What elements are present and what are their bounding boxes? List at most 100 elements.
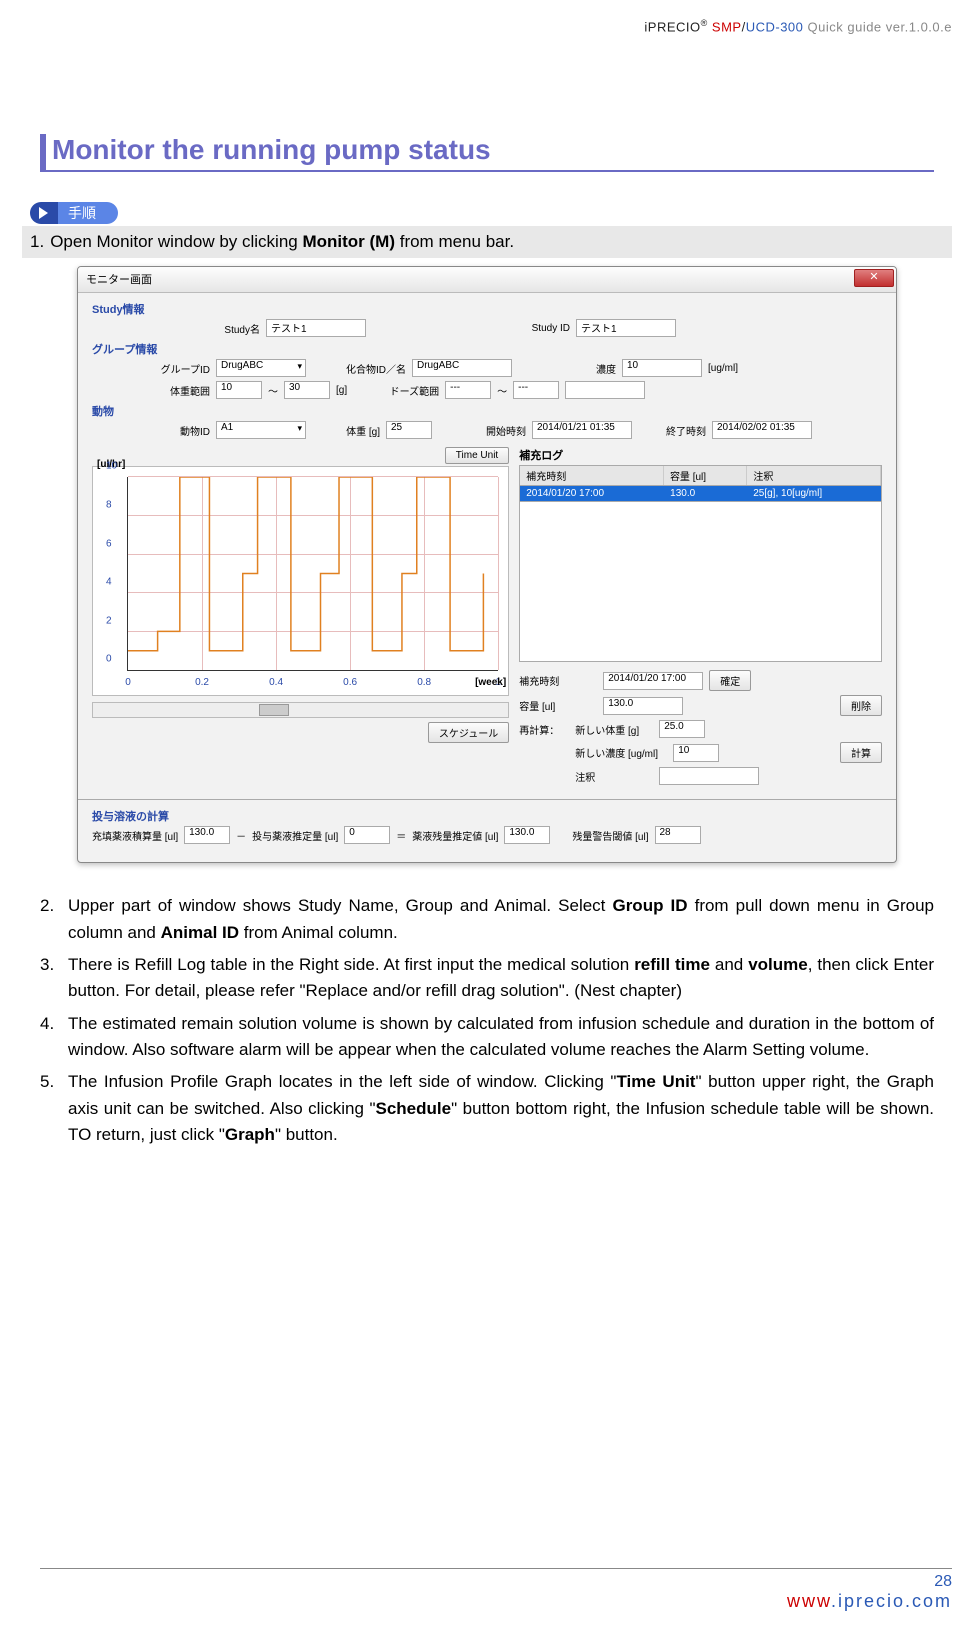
group-section-label: グループ情報 (92, 341, 882, 357)
delete-button[interactable]: 削除 (840, 695, 882, 716)
step-4-num: 4. (40, 1011, 62, 1064)
refill-time-field[interactable]: 2014/01/20 17:00 (603, 672, 703, 690)
chart-x-title: [week] (475, 677, 506, 688)
refill-row-1[interactable]: 2014/01/20 17:00 130.0 25[g], 10[ug/ml] (519, 486, 882, 502)
dose-range-label: ドーズ範囲 (379, 383, 439, 398)
group-id-label: グループID (158, 361, 210, 376)
bw-unit: [g] (336, 385, 347, 396)
study-name-field[interactable]: テスト1 (266, 319, 366, 337)
new-conc-label: 新しい濃度 [ug/ml] (575, 745, 667, 760)
close-button[interactable]: ✕ (854, 269, 894, 287)
refill-vol-label: 容量 [ul] (519, 698, 597, 713)
bw-range-label: 体重範囲 (158, 383, 210, 398)
compound-field[interactable]: DrugABC (412, 359, 512, 377)
page-number: 28 (40, 1573, 952, 1591)
brand: iPRECIO (644, 19, 700, 34)
alarm-field[interactable]: 28 (655, 826, 701, 844)
animal-id-label: 動物ID (158, 423, 210, 438)
chart-plot: 02 46 810 00.2 0.40.6 0.81 [week] (127, 477, 498, 671)
bw-field[interactable]: 25 (386, 421, 432, 439)
doc-version: Quick guide ver.1.0.0.e (808, 19, 952, 34)
group-id-select[interactable]: DrugABC (216, 359, 306, 377)
conc-label: 濃度 (564, 361, 616, 376)
refill-table-body (519, 502, 882, 662)
refill-log-title: 補充ログ (519, 447, 882, 463)
dose-lo-field[interactable]: --- (445, 381, 491, 399)
play-icon (30, 202, 58, 224)
step-3-num: 3. (40, 952, 62, 1005)
calc-remain-label: 薬液残量推定値 [ul] (412, 828, 498, 843)
new-bw-field[interactable]: 25.0 (659, 720, 705, 738)
model-ucd: UCD-300 (746, 19, 804, 34)
step-5-num: 5. (40, 1069, 62, 1148)
dose-blank-field[interactable] (565, 381, 645, 399)
dose-hi-field[interactable]: --- (513, 381, 559, 399)
bw-lo-field[interactable]: 10 (216, 381, 262, 399)
step-2: 2. Upper part of window shows Study Name… (40, 893, 934, 946)
chart-line (128, 477, 498, 670)
note-field[interactable] (659, 767, 759, 785)
step-1-num: 1. (30, 232, 44, 251)
study-name-label: Study名 (208, 321, 260, 336)
schedule-button[interactable]: スケジュール (428, 722, 509, 743)
compound-label: 化合物ID／名 (338, 361, 406, 376)
animal-section-label: 動物 (92, 403, 882, 419)
alarm-label: 残量警告閾値 [ul] (572, 828, 648, 843)
steps-list: 2. Upper part of window shows Study Name… (40, 893, 934, 1148)
step-1-bold: Monitor (M) (302, 232, 395, 251)
window-titlebar: モニター画面 ✕ (78, 267, 896, 293)
procedure-label: 手順 (58, 202, 118, 224)
conc-field[interactable]: 10 (622, 359, 702, 377)
monitor-window: モニター画面 ✕ Study情報 Study名 テスト1 Study ID テス… (77, 266, 897, 863)
step-1-pre: Open Monitor window by clicking (50, 232, 302, 251)
start-field[interactable]: 2014/01/21 01:35 (532, 421, 632, 439)
tilde-2: ～ (497, 383, 507, 398)
refill-col-note: 注釈 (747, 466, 881, 485)
study-section-label: Study情報 (92, 301, 882, 317)
conc-unit: [ug/ml] (708, 363, 738, 374)
end-field[interactable]: 2014/02/02 01:35 (712, 421, 812, 439)
refill-r1-note: 25[g], 10[ug/ml] (747, 486, 881, 501)
refill-vol-field[interactable]: 130.0 (603, 697, 683, 715)
chart-scrollbar[interactable] (92, 702, 509, 718)
study-id-label: Study ID (518, 323, 570, 334)
footer-url: www.iprecio.com (40, 1591, 952, 1612)
calc-button[interactable]: 計算 (840, 742, 882, 763)
infusion-chart: [ul/hr] 02 46 810 00.2 0.40.6 0.81 (92, 466, 509, 696)
new-conc-field[interactable]: 10 (673, 744, 719, 762)
doc-header: iPRECIO® SMP/UCD-300 Quick guide ver.1.0… (0, 0, 974, 34)
reg-mark: ® (701, 18, 708, 28)
model-smp: SMP (712, 19, 742, 34)
refill-r1-time: 2014/01/20 17:00 (520, 486, 664, 501)
refill-r1-vol: 130.0 (664, 486, 747, 501)
bw-label: 体重 [g] (328, 423, 380, 438)
step-2-num: 2. (40, 893, 62, 946)
recalc-label: 再計算： (519, 722, 569, 737)
new-bw-label: 新しい体重 [g] (575, 722, 653, 737)
step-4: 4. The estimated remain solution volume … (40, 1011, 934, 1064)
refill-table-header: 補充時刻 容量 [ul] 注釈 (519, 465, 882, 486)
calc-fill-field[interactable]: 130.0 (184, 826, 230, 844)
calc-dose-label: 投与薬液推定量 [ul] (252, 828, 338, 843)
start-label: 開始時刻 (474, 423, 526, 438)
time-unit-button[interactable]: Time Unit (445, 447, 509, 464)
note-label: 注釈 (575, 769, 653, 784)
step-5: 5. The Infusion Profile Graph locates in… (40, 1069, 934, 1148)
end-label: 終了時刻 (654, 423, 706, 438)
calc-remain-field[interactable]: 130.0 (504, 826, 550, 844)
tilde-1: ～ (268, 383, 278, 398)
calc-fill-label: 充填薬液積算量 [ul] (92, 828, 178, 843)
calc-dose-field[interactable]: 0 (344, 826, 390, 844)
page-footer: 28 www.iprecio.com (40, 1568, 952, 1612)
animal-id-select[interactable]: A1 (216, 421, 306, 439)
bw-hi-field[interactable]: 30 (284, 381, 330, 399)
refill-time-label: 補充時刻 (519, 673, 597, 688)
section-title: Monitor the running pump status (40, 134, 934, 172)
step-1-bar: 1. Open Monitor window by clicking Monito… (22, 226, 952, 258)
refill-col-time: 補充時刻 (520, 466, 664, 485)
procedure-badge: 手順 (30, 202, 934, 224)
confirm-button[interactable]: 確定 (709, 670, 751, 691)
calc-section-label: 投与溶液の計算 (92, 808, 882, 824)
study-id-field[interactable]: テスト1 (576, 319, 676, 337)
step-1-post: from menu bar. (395, 232, 514, 251)
